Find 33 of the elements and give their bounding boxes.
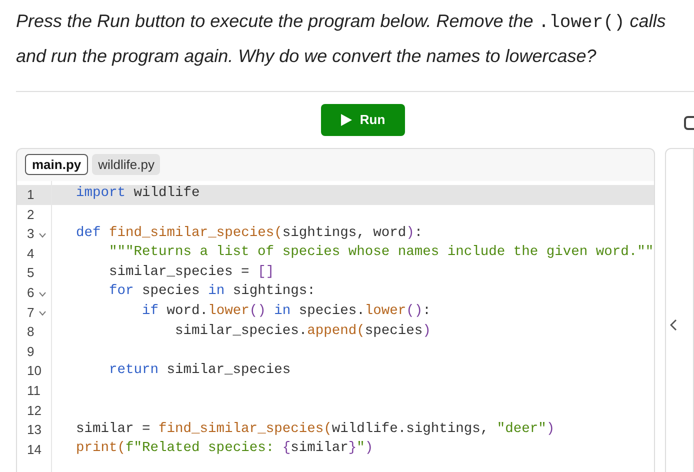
code-line: for species in sightings: <box>108 283 316 302</box>
line-number: 12 <box>27 402 42 420</box>
play-icon <box>340 114 352 126</box>
line-number: 9 <box>27 342 34 361</box>
line-number: 4 <box>27 244 34 263</box>
code-line: """Returns a list of species whose names include the given word."" <box>108 244 654 262</box>
run-button[interactable]: Run <box>320 104 406 136</box>
code-line: def find_similar_species(sightings, word): <box>76 224 423 243</box>
line-number: 14 <box>27 440 42 459</box>
code-line: print(f"Related species: {similar}") <box>76 440 374 458</box>
fold-caret-icon[interactable] <box>39 311 46 316</box>
fold-caret-icon[interactable] <box>39 232 46 238</box>
line-number: 6 <box>27 284 34 302</box>
line-number: 1 <box>27 186 34 204</box>
code-line: import wildlife <box>76 185 200 204</box>
line-number: 5 <box>27 264 34 282</box>
file-tab[interactable]: wildlife.py <box>92 154 160 175</box>
line-number: 11 <box>27 382 40 400</box>
instructions-text: Press the Run button to execute the program below. Remove the .lower() calls and run the program again. Why do we convert the names to lowercase? <box>15 10 667 68</box>
fold-caret-icon[interactable] <box>39 292 46 297</box>
line-number: 7 <box>27 304 34 322</box>
line-number: 8 <box>27 323 34 342</box>
code-line: if word.lower() in species.lower(): <box>141 303 431 322</box>
line-number: 2 <box>27 206 34 224</box>
line-number: 3 <box>27 225 34 244</box>
checkbox[interactable] <box>684 116 694 130</box>
line-number: 10 <box>27 362 42 380</box>
code-line: similar_species.append(species) <box>174 322 431 341</box>
code-line: similar_species = [] <box>108 264 274 282</box>
file-tab[interactable]: main.py <box>25 154 88 175</box>
code-line: return similar_species <box>108 362 291 380</box>
line-number: 13 <box>27 421 42 440</box>
code-line: similar = find_similar_species(wildlife.sightings, "deer") <box>76 420 555 439</box>
